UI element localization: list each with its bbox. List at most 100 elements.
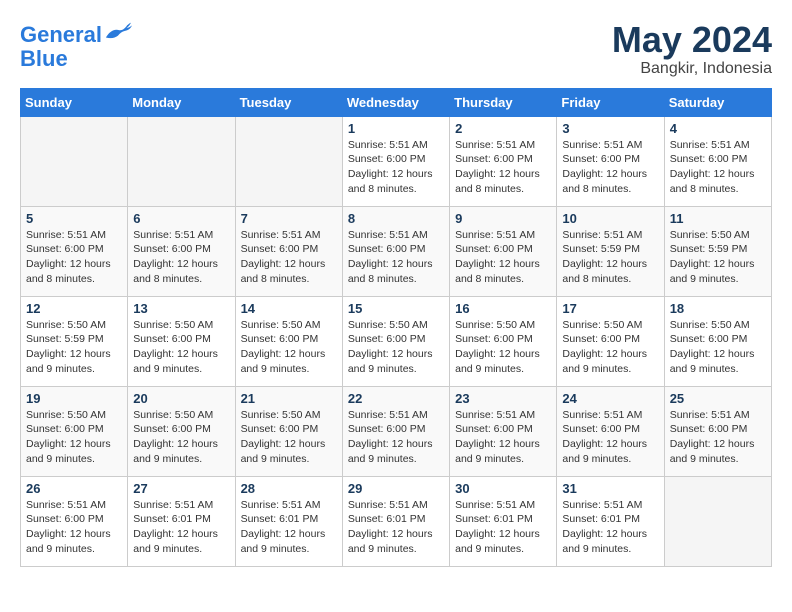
- location: Bangkir, Indonesia: [612, 60, 772, 78]
- day-number: 4: [670, 121, 766, 136]
- day-number: 8: [348, 211, 444, 226]
- day-number: 16: [455, 301, 551, 316]
- weekday-header-row: SundayMondayTuesdayWednesdayThursdayFrid…: [21, 88, 772, 116]
- day-number: 15: [348, 301, 444, 316]
- day-info: Sunrise: 5:50 AM Sunset: 6:00 PM Dayligh…: [26, 408, 122, 467]
- day-number: 7: [241, 211, 337, 226]
- day-info: Sunrise: 5:51 AM Sunset: 6:00 PM Dayligh…: [133, 228, 229, 287]
- calendar-day-cell: 23 Sunrise: 5:51 AM Sunset: 6:00 PM Dayli…: [450, 386, 557, 476]
- day-info: Sunrise: 5:50 AM Sunset: 6:00 PM Dayligh…: [133, 318, 229, 377]
- day-number: 3: [562, 121, 658, 136]
- calendar-day-cell: 4 Sunrise: 5:51 AM Sunset: 6:00 PM Daylig…: [664, 116, 771, 206]
- day-number: 21: [241, 391, 337, 406]
- calendar-week-row: 1 Sunrise: 5:51 AM Sunset: 6:00 PM Daylig…: [21, 116, 772, 206]
- day-info: Sunrise: 5:51 AM Sunset: 5:59 PM Dayligh…: [562, 228, 658, 287]
- day-info: Sunrise: 5:51 AM Sunset: 6:00 PM Dayligh…: [241, 228, 337, 287]
- calendar-day-cell: 9Sunrise: 5:51 AM Sunset: 6:00 PM Daylig…: [450, 206, 557, 296]
- title-area: May 2024 Bangkir, Indonesia: [612, 20, 772, 78]
- calendar-day-cell: 14 Sunrise: 5:50 AM Sunset: 6:00 PM Dayli…: [235, 296, 342, 386]
- calendar-day-cell: 11 Sunrise: 5:50 AM Sunset: 5:59 PM Dayli…: [664, 206, 771, 296]
- calendar-day-cell: 7 Sunrise: 5:51 AM Sunset: 6:00 PM Daylig…: [235, 206, 342, 296]
- calendar-week-row: 26 Sunrise: 5:51 AM Sunset: 6:00 PM Dayli…: [21, 476, 772, 566]
- calendar-week-row: 5 Sunrise: 5:51 AM Sunset: 6:00 PM Daylig…: [21, 206, 772, 296]
- day-info: Sunrise: 5:51 AM Sunset: 6:01 PM Dayligh…: [133, 498, 229, 557]
- calendar-day-cell: 16 Sunrise: 5:50 AM Sunset: 6:00 PM Dayli…: [450, 296, 557, 386]
- day-info: Sunrise: 5:51 AM Sunset: 6:01 PM Dayligh…: [562, 498, 658, 557]
- logo-bird-icon: [104, 20, 132, 42]
- calendar-day-cell: 26 Sunrise: 5:51 AM Sunset: 6:00 PM Dayli…: [21, 476, 128, 566]
- weekday-header-monday: Monday: [128, 88, 235, 116]
- day-info: Sunrise: 5:51 AM Sunset: 6:00 PM Dayligh…: [670, 408, 766, 467]
- day-info: Sunrise: 5:51 AM Sunset: 6:00 PM Dayligh…: [348, 138, 444, 197]
- day-info: Sunrise: 5:50 AM Sunset: 6:00 PM Dayligh…: [241, 408, 337, 467]
- weekday-header-friday: Friday: [557, 88, 664, 116]
- day-info: Sunrise: 5:51 AM Sunset: 6:00 PM Dayligh…: [562, 408, 658, 467]
- day-info: Sunrise: 5:50 AM Sunset: 6:00 PM Dayligh…: [670, 318, 766, 377]
- day-info: Sunrise: 5:50 AM Sunset: 6:00 PM Dayligh…: [455, 318, 551, 377]
- calendar-day-cell: 13 Sunrise: 5:50 AM Sunset: 6:00 PM Dayli…: [128, 296, 235, 386]
- day-info: Sunrise: 5:51 AM Sunset: 6:00 PM Dayligh…: [348, 228, 444, 287]
- calendar-week-row: 19Sunrise: 5:50 AM Sunset: 6:00 PM Dayli…: [21, 386, 772, 476]
- logo-text: General Blue: [20, 20, 132, 71]
- day-info: Sunrise: 5:50 AM Sunset: 6:00 PM Dayligh…: [133, 408, 229, 467]
- calendar-day-cell: 3 Sunrise: 5:51 AM Sunset: 6:00 PM Daylig…: [557, 116, 664, 206]
- calendar-day-cell: 2 Sunrise: 5:51 AM Sunset: 6:00 PM Daylig…: [450, 116, 557, 206]
- calendar-day-cell: 24 Sunrise: 5:51 AM Sunset: 6:00 PM Dayli…: [557, 386, 664, 476]
- day-number: 23: [455, 391, 551, 406]
- calendar-day-cell: 27Sunrise: 5:51 AM Sunset: 6:01 PM Dayli…: [128, 476, 235, 566]
- day-info: Sunrise: 5:50 AM Sunset: 6:00 PM Dayligh…: [348, 318, 444, 377]
- day-number: 5: [26, 211, 122, 226]
- month-title: May 2024: [612, 20, 772, 60]
- calendar-day-cell: 25 Sunrise: 5:51 AM Sunset: 6:00 PM Dayli…: [664, 386, 771, 476]
- day-number: 30: [455, 481, 551, 496]
- calendar-day-cell: 22Sunrise: 5:51 AM Sunset: 6:00 PM Dayli…: [342, 386, 449, 476]
- calendar-table: SundayMondayTuesdayWednesdayThursdayFrid…: [20, 88, 772, 567]
- day-number: 2: [455, 121, 551, 136]
- calendar-day-cell: 18 Sunrise: 5:50 AM Sunset: 6:00 PM Dayli…: [664, 296, 771, 386]
- weekday-header-tuesday: Tuesday: [235, 88, 342, 116]
- day-number: 1: [348, 121, 444, 136]
- day-number: 12: [26, 301, 122, 316]
- day-info: Sunrise: 5:50 AM Sunset: 5:59 PM Dayligh…: [670, 228, 766, 287]
- day-number: 13: [133, 301, 229, 316]
- weekday-header-saturday: Saturday: [664, 88, 771, 116]
- calendar-day-cell: 21 Sunrise: 5:50 AM Sunset: 6:00 PM Dayli…: [235, 386, 342, 476]
- day-info: Sunrise: 5:51 AM Sunset: 6:00 PM Dayligh…: [455, 408, 551, 467]
- calendar-day-cell: [235, 116, 342, 206]
- day-info: Sunrise: 5:51 AM Sunset: 6:01 PM Dayligh…: [241, 498, 337, 557]
- calendar-day-cell: 31 Sunrise: 5:51 AM Sunset: 6:01 PM Dayli…: [557, 476, 664, 566]
- day-info: Sunrise: 5:51 AM Sunset: 6:00 PM Dayligh…: [26, 228, 122, 287]
- day-info: Sunrise: 5:51 AM Sunset: 6:00 PM Dayligh…: [26, 498, 122, 557]
- day-number: 25: [670, 391, 766, 406]
- calendar-day-cell: 6 Sunrise: 5:51 AM Sunset: 6:00 PM Daylig…: [128, 206, 235, 296]
- calendar-day-cell: 30Sunrise: 5:51 AM Sunset: 6:01 PM Dayli…: [450, 476, 557, 566]
- day-number: 31: [562, 481, 658, 496]
- day-number: 11: [670, 211, 766, 226]
- calendar-day-cell: 19Sunrise: 5:50 AM Sunset: 6:00 PM Dayli…: [21, 386, 128, 476]
- day-number: 6: [133, 211, 229, 226]
- calendar-day-cell: 15 Sunrise: 5:50 AM Sunset: 6:00 PM Dayli…: [342, 296, 449, 386]
- calendar-day-cell: 28Sunrise: 5:51 AM Sunset: 6:01 PM Dayli…: [235, 476, 342, 566]
- day-info: Sunrise: 5:50 AM Sunset: 6:00 PM Dayligh…: [241, 318, 337, 377]
- day-number: 9: [455, 211, 551, 226]
- logo: General Blue: [20, 20, 132, 71]
- day-info: Sunrise: 5:51 AM Sunset: 6:00 PM Dayligh…: [562, 138, 658, 197]
- calendar-day-cell: 1 Sunrise: 5:51 AM Sunset: 6:00 PM Daylig…: [342, 116, 449, 206]
- calendar-day-cell: 5 Sunrise: 5:51 AM Sunset: 6:00 PM Daylig…: [21, 206, 128, 296]
- calendar-day-cell: 8 Sunrise: 5:51 AM Sunset: 6:00 PM Daylig…: [342, 206, 449, 296]
- day-info: Sunrise: 5:51 AM Sunset: 6:00 PM Dayligh…: [455, 138, 551, 197]
- day-number: 14: [241, 301, 337, 316]
- calendar-day-cell: 17Sunrise: 5:50 AM Sunset: 6:00 PM Dayli…: [557, 296, 664, 386]
- day-info: Sunrise: 5:51 AM Sunset: 6:00 PM Dayligh…: [348, 408, 444, 467]
- calendar-day-cell: 12 Sunrise: 5:50 AM Sunset: 5:59 PM Dayli…: [21, 296, 128, 386]
- day-number: 18: [670, 301, 766, 316]
- day-info: Sunrise: 5:50 AM Sunset: 5:59 PM Dayligh…: [26, 318, 122, 377]
- day-number: 26: [26, 481, 122, 496]
- day-number: 24: [562, 391, 658, 406]
- weekday-header-sunday: Sunday: [21, 88, 128, 116]
- day-number: 17: [562, 301, 658, 316]
- calendar-day-cell: 29Sunrise: 5:51 AM Sunset: 6:01 PM Dayli…: [342, 476, 449, 566]
- weekday-header-thursday: Thursday: [450, 88, 557, 116]
- day-info: Sunrise: 5:51 AM Sunset: 6:00 PM Dayligh…: [670, 138, 766, 197]
- calendar-day-cell: 10Sunrise: 5:51 AM Sunset: 5:59 PM Dayli…: [557, 206, 664, 296]
